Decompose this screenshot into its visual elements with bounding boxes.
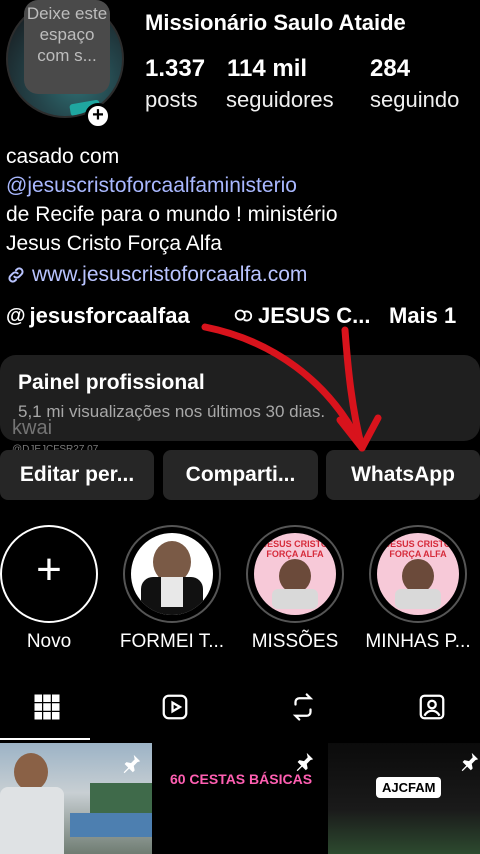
bio-website-link[interactable]: www.jesuscristoforcaalfa.com	[6, 260, 307, 289]
post-thumbnail[interactable]	[0, 743, 152, 854]
plus-icon: +	[36, 545, 62, 594]
tagged-icon[interactable]	[417, 692, 447, 722]
threads-handle: jesusforcaalfaa	[29, 303, 190, 328]
add-story-icon[interactable]: +	[85, 103, 111, 129]
channel-name: JESUS C...	[258, 303, 371, 328]
posts-count[interactable]: 1.337	[145, 55, 205, 83]
post-overlay-text: 60 CESTAS BÁSICAS	[169, 771, 313, 787]
pinned-icon	[461, 752, 479, 772]
highlight-formei[interactable]	[123, 525, 221, 623]
channel-icon	[234, 309, 253, 322]
highlight-label: FORMEI T...	[119, 631, 225, 652]
reposts-icon[interactable]	[288, 692, 318, 722]
note-bubble[interactable]: Deixe este espaço com s...	[24, 0, 110, 94]
link-icon	[8, 266, 24, 283]
highlight-label: MINHAS P...	[365, 631, 471, 652]
following-label[interactable]: seguindo	[370, 87, 459, 113]
pinned-icon	[123, 754, 141, 774]
post-thumbnail[interactable]: 60 CESTAS BÁSICAS	[155, 743, 325, 854]
panel-title: Painel profissional	[18, 371, 205, 394]
edit-profile-button[interactable]: Editar per...	[0, 450, 154, 500]
posts-label[interactable]: posts	[145, 87, 198, 113]
followers-label[interactable]: seguidores	[226, 87, 334, 113]
whatsapp-button[interactable]: WhatsApp	[326, 450, 480, 500]
highlight-missoes[interactable]: JESUS CRISTO FORÇA ALFA	[246, 525, 344, 623]
highlight-label: Novo	[26, 631, 72, 652]
highlight-minhas[interactable]: JESUS CRISTO FORÇA ALFA	[369, 525, 467, 623]
pinned-icon	[296, 752, 314, 772]
bio-line: de Recife para o mundo ! ministério	[6, 203, 338, 226]
followers-count[interactable]: 114 mil	[227, 55, 307, 83]
following-count[interactable]: 284	[370, 55, 410, 83]
new-highlight-button[interactable]: +	[0, 525, 98, 623]
website-text: www.jesuscristoforcaalfa.com	[32, 263, 308, 286]
cover-text: JESUS CRISTO FORÇA ALFA	[385, 539, 451, 559]
threads-icon: @	[6, 304, 26, 327]
profile-name: Missionário Saulo Ataide	[145, 10, 406, 35]
reels-icon[interactable]	[160, 692, 190, 722]
active-tab-indicator	[0, 738, 90, 740]
post-thumbnail[interactable]: AJCFAM	[328, 743, 480, 854]
kwai-watermark: kwai	[12, 417, 53, 439]
grid-icon[interactable]	[32, 692, 62, 722]
bio-line: Jesus Cristo Força Alfa	[6, 232, 222, 255]
bio-line: casado com	[6, 145, 120, 168]
threads-profile-link[interactable]: @ jesusforcaalfaa	[6, 303, 190, 329]
post-overlay-text: AJCFAM	[376, 777, 442, 798]
more-links[interactable]: Mais 1	[389, 303, 456, 329]
channel-link[interactable]: JESUS C...	[232, 303, 370, 329]
cover-text: JESUS CRISTO FORÇA ALFA	[262, 539, 328, 559]
share-profile-button[interactable]: Comparti...	[163, 450, 318, 500]
professional-dashboard[interactable]	[0, 355, 480, 441]
bio-mention-link[interactable]: @jesuscristoforcaalfaministerio	[6, 171, 297, 200]
panel-subtitle: 5,1 mi visualizações nos últimos 30 dias…	[18, 402, 326, 421]
highlight-label: MISSÕES	[251, 631, 339, 652]
